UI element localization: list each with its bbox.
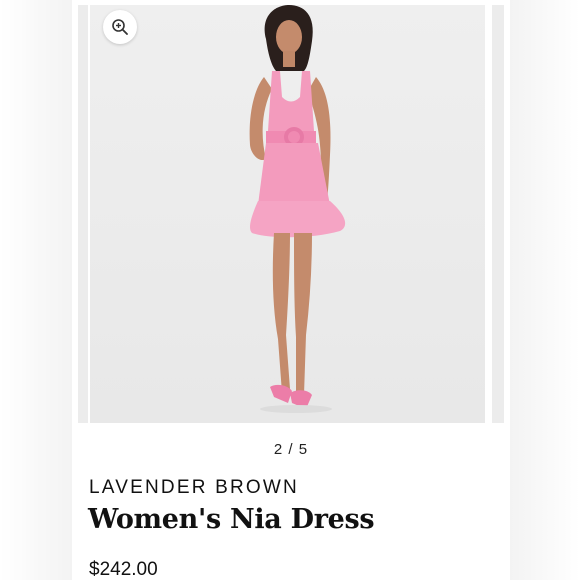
right-blurred-backdrop [510, 0, 580, 580]
product-image[interactable] [90, 5, 485, 423]
product-price: $242.00 [89, 559, 158, 580]
zoom-in-icon [112, 19, 128, 35]
left-blurred-backdrop [0, 0, 72, 580]
image-carousel[interactable] [72, 5, 510, 423]
zoom-button[interactable] [103, 10, 137, 44]
slide-counter: 2 / 5 [273, 441, 309, 458]
previous-slide-peek[interactable] [78, 5, 88, 423]
next-slide-peek[interactable] [492, 5, 504, 423]
product-title: Women's Nia Dress [88, 504, 375, 535]
brand-name[interactable]: LAVENDER BROWN [89, 477, 299, 499]
model-illustration [90, 5, 485, 423]
product-card: 2 / 5 LAVENDER BROWN Women's Nia Dress $… [72, 0, 510, 580]
